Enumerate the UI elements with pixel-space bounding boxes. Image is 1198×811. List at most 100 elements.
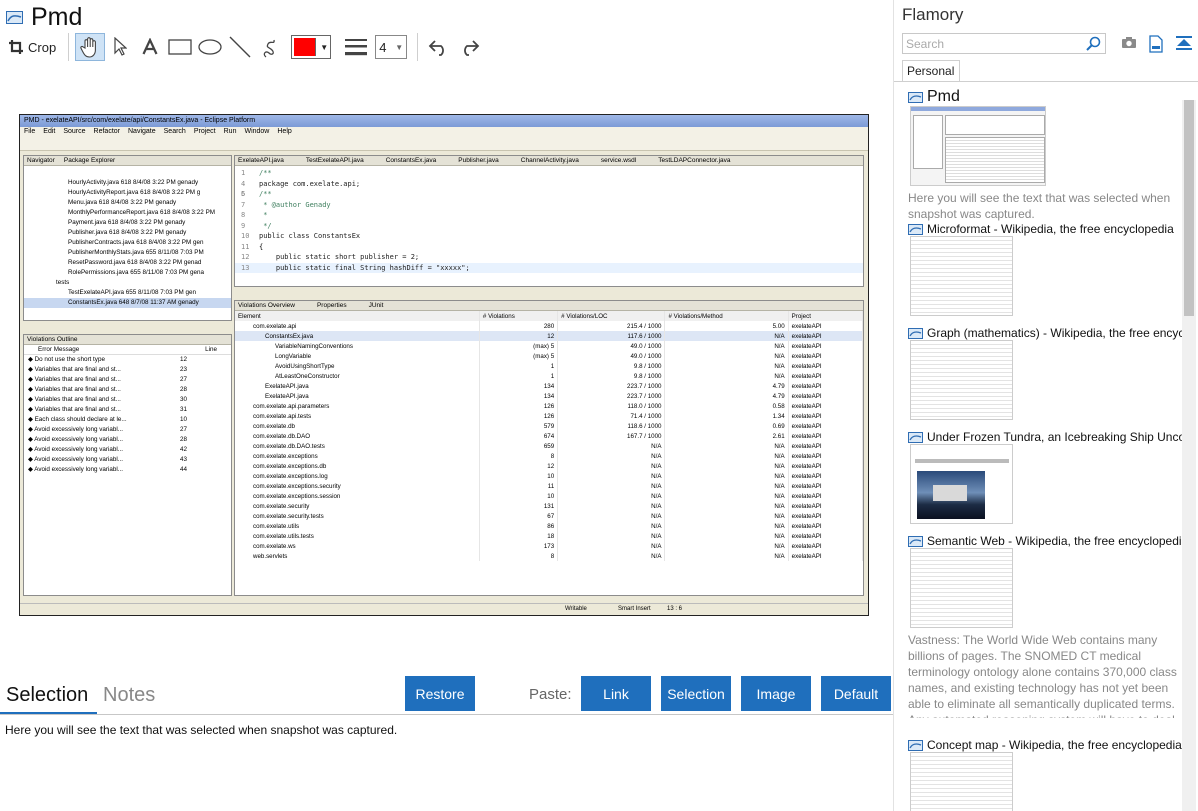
restore-button[interactable]: Restore xyxy=(405,676,475,711)
tab-selection[interactable]: Selection xyxy=(6,684,88,707)
code-line: 6 /** xyxy=(235,189,863,200)
outline-row: ◆ Each class should declare at le... 10 xyxy=(24,415,231,425)
camera-icon[interactable] xyxy=(1121,35,1137,51)
table-cell: exelateAPI xyxy=(788,481,863,491)
line-text: package com.exelate.api; xyxy=(259,179,361,188)
search-icon[interactable] xyxy=(1086,36,1101,51)
outline-line: 31 xyxy=(179,406,187,413)
outline-line: 42 xyxy=(179,446,187,453)
line-width-value: 4 xyxy=(379,39,387,55)
table-cell: N/A xyxy=(664,441,789,451)
line-number: 11 xyxy=(241,242,250,251)
main-panel: Pmd Crop ▼ 4 ▼ PMD - exelateAPI/src/com/… xyxy=(0,0,893,811)
paste-default-button[interactable]: Default xyxy=(821,676,891,711)
table-cell: com.exelate.db.DAO.tests xyxy=(235,441,480,451)
table-row: com.exelate.api.parameters 126 118.0 / 100… xyxy=(235,401,863,411)
navigator-row: tests xyxy=(56,279,70,286)
paste-selection-button[interactable]: Selection xyxy=(661,676,731,711)
paste-image-button[interactable]: Image xyxy=(741,676,811,711)
navigator-row: PublisherContracts.java 618 8/4/08 3:22 … xyxy=(68,239,204,246)
list-item[interactable]: Concept map - Wikipedia, the free encycl… xyxy=(908,738,1184,811)
outline-message: ◆ Avoid excessively long variabl... xyxy=(28,446,124,453)
page-icon xyxy=(908,223,923,235)
tab-notes[interactable]: Notes xyxy=(103,684,155,707)
table-cell: com.exelate.utils.tests xyxy=(235,531,480,541)
text-icon xyxy=(142,38,158,55)
navigator-row: TestExelateAPI.java 655 8/11/08 7:03 PM … xyxy=(68,289,197,296)
overview-tab: JUnit xyxy=(368,302,384,309)
outline-message: ◆ Avoid excessively long variabl... xyxy=(28,456,124,463)
table-cell: exelateAPI xyxy=(788,331,863,341)
table-cell: com.exelate.exceptions.security xyxy=(235,481,480,491)
list-item[interactable]: Microformat - Wikipedia, the free encycl… xyxy=(908,222,1184,316)
table-cell: 1 xyxy=(479,371,559,381)
eclipse-menu-bar: File Edit Source Refactor Navigate Search Proj… xyxy=(20,127,868,137)
color-swatch xyxy=(294,38,317,56)
selection-text[interactable]: Here you will see the text that was sele… xyxy=(5,723,397,737)
table-row: com.exelate.utils.tests 18 N/A N/A exelateAP… xyxy=(235,531,863,541)
outline-header: Error Message Line xyxy=(24,345,231,355)
snapshot-thumbnail xyxy=(910,548,1013,628)
table-cell: exelateAPI xyxy=(788,351,863,361)
outline-row: ◆ Avoid excessively long variabl... 28 xyxy=(24,435,231,445)
crop-button[interactable]: Crop xyxy=(4,33,62,61)
line-width-icon xyxy=(341,33,371,61)
code-line: 10 public class ConstantsEx xyxy=(235,231,863,242)
list-item-title: Pmd xyxy=(927,88,960,105)
select-tool-button[interactable] xyxy=(105,33,135,61)
list-item[interactable]: Pmd Here you will see the text that was … xyxy=(908,88,1184,222)
outline-message: ◆ Do not use the short type xyxy=(28,356,105,363)
table-cell: 134 xyxy=(479,381,559,391)
table-cell: N/A xyxy=(557,511,666,521)
ellipse-tool-button[interactable] xyxy=(195,33,225,61)
table-cell: exelateAPI xyxy=(788,461,863,471)
editor-tab: TestLDAPConnector.java xyxy=(658,157,731,164)
table-cell: 579 xyxy=(479,421,559,431)
undo-button[interactable] xyxy=(424,33,454,61)
line-number: 6 xyxy=(241,190,246,198)
editor-tab: ExelateAPI.java xyxy=(238,157,284,164)
freehand-icon xyxy=(263,39,275,58)
hand-tool-button[interactable] xyxy=(75,33,106,61)
table-cell: VariableNamingConventions xyxy=(235,341,480,351)
scrollbar-thumb[interactable] xyxy=(1184,100,1194,316)
list-item[interactable]: Graph (mathematics) - Wikipedia, the fre… xyxy=(908,326,1184,420)
table-row: com.exelate.security 131 N/A N/A exelateAPI xyxy=(235,501,863,511)
collapse-icon[interactable] xyxy=(1175,35,1193,51)
rectangle-tool-button[interactable] xyxy=(165,33,195,61)
line-width-select[interactable]: 4 ▼ xyxy=(375,35,408,59)
table-header-cell: Project xyxy=(788,311,863,321)
stroke-color-picker[interactable]: ▼ xyxy=(291,35,332,59)
list-item[interactable]: Semantic Web - Wikipedia, the free encyc… xyxy=(908,534,1184,718)
tab-personal[interactable]: Personal xyxy=(902,60,960,82)
redo-button[interactable] xyxy=(454,33,484,61)
toolbar-divider xyxy=(417,33,419,61)
ellipse-icon xyxy=(198,39,222,55)
list-item-title: Microformat - Wikipedia, the free encycl… xyxy=(927,222,1174,236)
outline-message: ◆ Variables that are final and st... xyxy=(28,376,121,383)
table-cell: 659 xyxy=(479,441,559,451)
eclipse-menu-item: Window xyxy=(244,128,270,135)
table-cell: 12 xyxy=(479,461,559,471)
sidebar-scrollbar[interactable] xyxy=(1182,100,1196,811)
code-line: 4 package com.exelate.api; xyxy=(235,179,863,190)
paste-link-button[interactable]: Link xyxy=(581,676,651,711)
line-number: 1 xyxy=(241,169,246,177)
list-item[interactable]: Under Frozen Tundra, an Icebreaking Ship… xyxy=(908,430,1184,524)
text-tool-button[interactable] xyxy=(135,33,165,61)
search-input[interactable]: Search xyxy=(902,33,1106,54)
line-text: public static short publisher = 2; xyxy=(259,253,420,261)
table-cell: 49.0 / 1000 xyxy=(557,351,666,361)
document-icon[interactable] xyxy=(1148,35,1164,53)
snapshot-image[interactable]: PMD - exelateAPI/src/com/exelate/api/Con… xyxy=(19,114,869,616)
line-tool-button[interactable] xyxy=(225,33,255,61)
editor-pane: ExelateAPI.java TestExelateAPI.java Consta… xyxy=(234,155,864,287)
violations-outline-title: Violations Outline xyxy=(24,335,231,345)
list-item-description: Vastness: The World Wide Web contains ma… xyxy=(908,633,1177,718)
table-cell: 134 xyxy=(479,391,559,401)
table-cell: N/A xyxy=(664,491,789,501)
freehand-tool-button[interactable] xyxy=(255,33,285,61)
table-row: com.exelate.exceptions.session 10 N/A N/A ex… xyxy=(235,491,863,501)
table-row: com.exelate.db.DAO 674 167.7 / 1000 2.61 exe… xyxy=(235,431,863,441)
outline-message: ◆ Variables that are final and st... xyxy=(28,366,121,373)
